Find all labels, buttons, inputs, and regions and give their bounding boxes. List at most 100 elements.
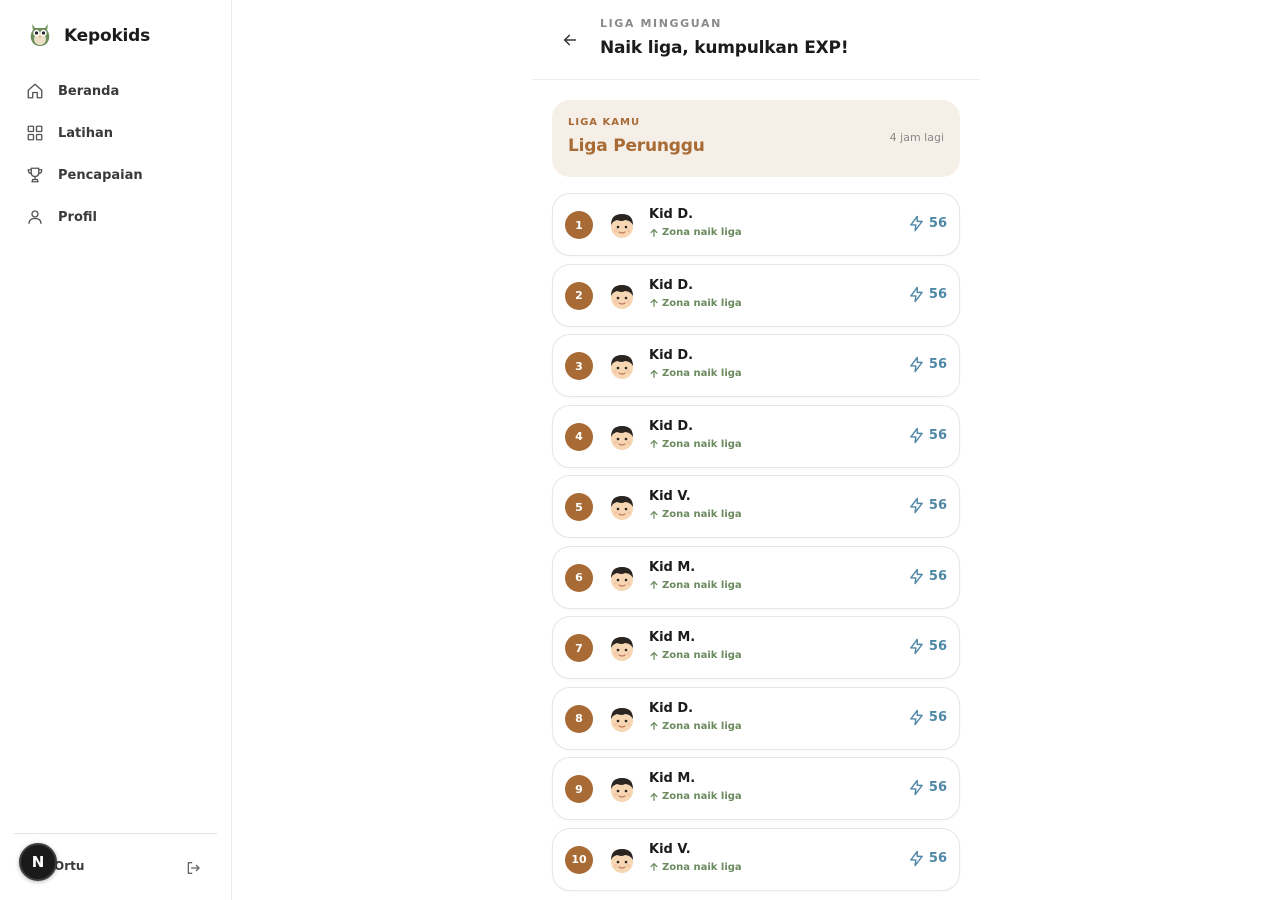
leaderboard-row[interactable]: 8 Kid D. Zona naik liga 56 — [552, 686, 960, 750]
exp-score: 56 — [908, 709, 947, 726]
sidebar-item-label: Profil — [58, 209, 97, 225]
lightning-icon — [910, 568, 923, 584]
exp-score: 56 — [908, 356, 947, 373]
leaderboard-row[interactable]: 3 Kid D. Zona naik liga 56 — [552, 334, 960, 397]
lightning-icon — [910, 356, 923, 373]
user-icon — [26, 208, 44, 226]
sidebar-item-label: Pencapaian — [58, 167, 143, 183]
exp-value: 56 — [928, 216, 947, 231]
arrow-up-icon — [650, 581, 658, 589]
rank-badge: 1 — [565, 211, 593, 239]
avatar — [608, 492, 636, 522]
zone-label: Zona naik liga — [662, 509, 742, 520]
exp-score: 56 — [908, 427, 947, 444]
rank-badge: 4 — [565, 422, 593, 451]
exp-score: 56 — [908, 497, 947, 514]
leaderboard-row[interactable]: 6 Kid M. Zona naik liga 56 — [552, 545, 960, 609]
sidebar-item-label: Beranda — [58, 83, 120, 99]
zone-label: Zona naik liga — [662, 368, 742, 379]
zone-label: Zona naik liga — [662, 438, 742, 450]
app-name: Kepokids — [64, 26, 151, 46]
user-name: Ortu — [54, 859, 85, 873]
page-eyebrow: LIGA MINGGUAN — [600, 17, 722, 30]
avatar — [608, 210, 636, 240]
exp-value: 56 — [928, 568, 947, 584]
arrow-up-icon — [650, 651, 658, 660]
rank-badge: 6 — [565, 563, 593, 592]
kid-name: Kid D. — [649, 348, 694, 363]
kid-name: Kid D. — [649, 207, 694, 222]
promotion-zone: Zona naik liga — [649, 580, 742, 591]
arrow-up-icon — [650, 299, 658, 307]
sidebar-item-beranda[interactable]: Beranda — [0, 70, 231, 112]
kid-name: Kid V. — [649, 841, 691, 857]
zone-label: Zona naik liga — [662, 791, 742, 802]
kid-name: Kid V. — [649, 489, 691, 504]
exp-value: 56 — [928, 357, 947, 372]
rank-badge: 8 — [565, 704, 593, 733]
sidebar-item-pencapaian[interactable]: Pencapaian — [0, 154, 231, 196]
promotion-zone: Zona naik liga — [649, 298, 742, 309]
exp-value: 56 — [928, 780, 947, 795]
zone-label: Zona naik liga — [662, 720, 742, 732]
exp-score: 56 — [908, 779, 947, 796]
kid-name: Kid M. — [649, 559, 696, 575]
rank-badge: 3 — [565, 352, 593, 380]
sidebar: Kepokids Beranda Latihan Pencapaian Prof… — [0, 0, 232, 900]
trophy-icon — [26, 166, 44, 184]
promotion-zone: Zona naik liga — [649, 721, 742, 732]
exp-score: 56 — [908, 568, 947, 585]
avatar — [608, 633, 636, 663]
leaderboard-row[interactable]: 4 Kid D. Zona naik liga 56 — [552, 404, 960, 468]
avatar — [608, 845, 636, 875]
arrow-up-icon — [650, 792, 658, 801]
logout-button[interactable] — [183, 858, 203, 878]
logout-icon — [187, 862, 200, 874]
league-name: Liga Perunggu — [568, 136, 705, 156]
sidebar-nav: Beranda Latihan Pencapaian Profil — [0, 70, 231, 238]
rank-badge: 7 — [565, 634, 593, 662]
zone-label: Zona naik liga — [662, 650, 742, 661]
lightning-icon — [910, 215, 923, 232]
leaderboard-row[interactable]: 7 Kid M. Zona naik liga 56 — [552, 616, 960, 679]
leaderboard-row[interactable]: 10 Kid V. Zona naik liga 56 — [552, 827, 960, 891]
leaderboard-row[interactable]: 5 Kid V. Zona naik liga 56 — [552, 475, 960, 538]
avatar — [608, 422, 636, 452]
arrow-up-icon — [650, 510, 658, 519]
leaderboard-row[interactable]: 9 Kid M. Zona naik liga 56 — [552, 757, 960, 820]
exp-score: 56 — [908, 286, 947, 303]
leaderboard-row[interactable]: 2 Kid D. Zona naik liga 56 — [552, 263, 960, 327]
promotion-zone: Zona naik liga — [649, 791, 742, 802]
grid-icon — [26, 124, 44, 142]
lightning-icon — [910, 497, 923, 514]
zone-label: Zona naik liga — [662, 297, 742, 309]
league-eyebrow: LIGA KAMU — [568, 117, 641, 128]
lightning-icon — [910, 850, 923, 866]
leaderboard-row[interactable]: 1 Kid D. Zona naik liga 56 — [552, 193, 960, 256]
owl-logo-icon — [28, 20, 52, 52]
exp-score: 56 — [908, 850, 947, 867]
back-button[interactable] — [560, 30, 580, 50]
rank-badge: 10 — [565, 845, 593, 874]
rank-badge: 9 — [565, 775, 593, 803]
sidebar-item-label: Latihan — [58, 125, 114, 141]
dev-tools-badge[interactable]: N — [19, 843, 57, 881]
brand[interactable]: Kepokids — [28, 20, 150, 52]
kid-name: Kid D. — [649, 277, 694, 293]
exp-value: 56 — [928, 427, 947, 443]
kid-name: Kid M. — [649, 771, 696, 786]
exp-value: 56 — [928, 498, 947, 513]
arrow-up-icon — [650, 369, 658, 378]
arrow-up-icon — [650, 863, 658, 871]
rank-badge: 5 — [565, 493, 593, 521]
badge-letter: N — [31, 853, 45, 871]
avatar — [608, 704, 636, 734]
sidebar-item-latihan[interactable]: Latihan — [0, 112, 231, 154]
sidebar-item-profil[interactable]: Profil — [0, 196, 231, 238]
avatar — [608, 281, 636, 311]
league-card: LIGA KAMU Liga Perunggu 4 jam lagi — [552, 100, 960, 177]
exp-value: 56 — [928, 286, 947, 302]
kid-name: Kid D. — [649, 418, 694, 434]
league-time-left: 4 jam lagi — [889, 131, 944, 144]
avatar — [608, 774, 636, 804]
